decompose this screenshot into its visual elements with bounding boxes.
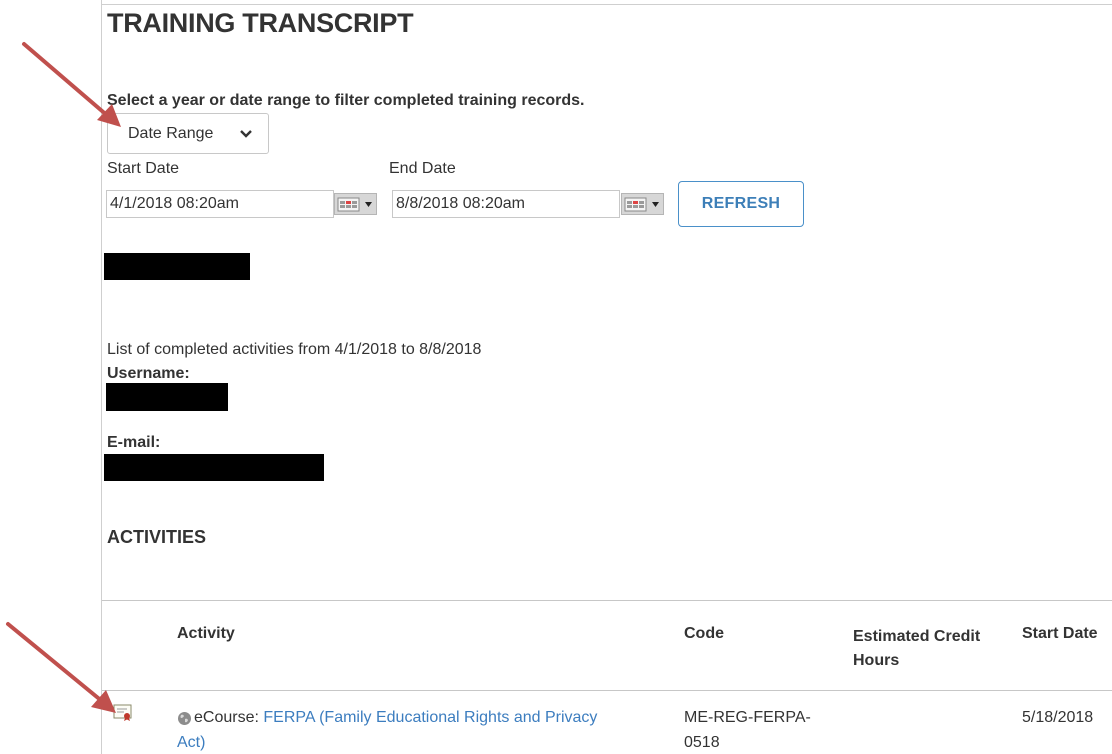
start-date-label: Start Date (107, 160, 180, 177)
date-mode-value: Date Range (128, 124, 214, 142)
filter-instruction: Select a year or date range to filter co… (107, 92, 585, 109)
activity-title-link-cont[interactable]: Act) (177, 734, 205, 752)
end-date-label: End Date (389, 160, 456, 177)
page-title: TRAINING TRANSCRIPT (107, 8, 414, 38)
activity-start-date: 5/18/2018 (1022, 709, 1094, 726)
start-date-input[interactable]: 4/1/2018 08:20am (106, 190, 334, 218)
table-top-rule (102, 600, 1112, 601)
annotation-arrow (22, 42, 121, 127)
activity-title-link[interactable]: FERPA (Family Educational Rights and Pri… (263, 709, 597, 726)
activity-code-line-1: ME-REG-FERPA- (684, 709, 811, 726)
redacted-name (104, 253, 250, 280)
chevron-down-icon (240, 129, 252, 138)
end-date-input[interactable]: 8/8/2018 08:20am (392, 190, 620, 218)
email-label: E-mail: (107, 434, 161, 451)
date-mode-select[interactable]: Date Range (107, 113, 269, 154)
calendar-icon (337, 197, 372, 212)
annotation-arrow (6, 622, 116, 713)
end-date-calendar-button[interactable] (621, 193, 664, 215)
refresh-button[interactable]: REFRESH (678, 181, 804, 227)
globe-icon (178, 712, 191, 725)
redacted-username (106, 383, 228, 411)
activity-code-line-2: 0518 (684, 734, 720, 751)
col-header-code[interactable]: Code (684, 625, 724, 643)
calendar-icon (624, 197, 659, 212)
col-header-start-date[interactable]: Start Date (1022, 625, 1098, 643)
start-date-calendar-button[interactable] (334, 193, 377, 215)
summary-line: List of completed activities from 4/1/20… (107, 341, 482, 358)
col-header-credit-hours[interactable]: Estimated Credit Hours (853, 625, 1013, 673)
activities-heading: ACTIVITIES (107, 527, 207, 547)
activity-line-1: eCourse: FERPA (Family Educational Right… (194, 709, 597, 727)
redacted-email (104, 454, 324, 481)
col-header-activity[interactable]: Activity (177, 625, 235, 643)
panel-top-border (101, 4, 1112, 5)
activity-type: eCourse: (194, 709, 259, 726)
username-label: Username: (107, 365, 190, 382)
table-header-rule (102, 690, 1112, 691)
